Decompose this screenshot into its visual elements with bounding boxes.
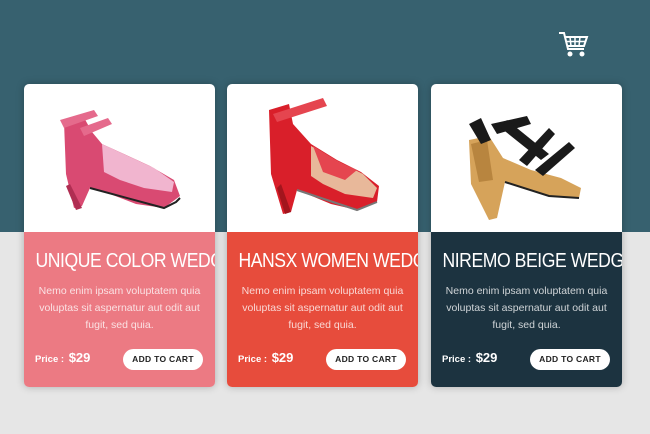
pink-wedge-sandal-image bbox=[60, 110, 181, 210]
product-image[interactable] bbox=[24, 84, 215, 232]
product-card: HANSX WOMEN WEDGES Nemo enim ipsam volup… bbox=[227, 84, 418, 387]
add-to-cart-button[interactable]: ADD TO CART bbox=[326, 349, 406, 370]
price-label: Price : bbox=[442, 354, 472, 365]
product-card-body: NIREMO BEIGE WEDGES Nemo enim ipsam volu… bbox=[431, 232, 622, 387]
red-wedge-sandal-image bbox=[269, 98, 379, 214]
product-description: Nemo enim ipsam voluptatem quia voluptas… bbox=[241, 285, 404, 331]
price-amount: $29 bbox=[68, 350, 91, 365]
product-image[interactable] bbox=[431, 84, 622, 232]
product-price: Price : $29 bbox=[442, 350, 497, 365]
product-card: UNIQUE COLOR WEDGES Nemo enim ipsam volu… bbox=[24, 84, 215, 387]
product-card-body: UNIQUE COLOR WEDGES Nemo enim ipsam volu… bbox=[24, 232, 215, 387]
add-to-cart-button[interactable]: ADD TO CART bbox=[530, 349, 610, 370]
price-amount: $29 bbox=[475, 350, 498, 365]
product-image[interactable] bbox=[227, 84, 418, 232]
product-price: Price : $29 bbox=[238, 350, 293, 365]
product-title: UNIQUE COLOR WEDGES bbox=[35, 250, 215, 272]
product-title: HANSX WOMEN WEDGES bbox=[238, 250, 418, 272]
shopping-cart-icon[interactable] bbox=[558, 30, 590, 60]
product-card: NIREMO BEIGE WEDGES Nemo enim ipsam volu… bbox=[431, 84, 622, 387]
product-card-body: HANSX WOMEN WEDGES Nemo enim ipsam volup… bbox=[227, 232, 418, 387]
price-label: Price : bbox=[35, 354, 65, 365]
price-label: Price : bbox=[238, 354, 268, 365]
add-to-cart-button[interactable]: ADD TO CART bbox=[123, 349, 203, 370]
black-wedge-sandal-image bbox=[469, 116, 581, 220]
product-price: Price : $29 bbox=[35, 350, 90, 365]
product-description: Nemo enim ipsam voluptatem quia voluptas… bbox=[445, 285, 608, 331]
product-title: NIREMO BEIGE WEDGES bbox=[442, 250, 622, 272]
product-description: Nemo enim ipsam voluptatem quia voluptas… bbox=[38, 285, 201, 331]
price-amount: $29 bbox=[271, 350, 294, 365]
